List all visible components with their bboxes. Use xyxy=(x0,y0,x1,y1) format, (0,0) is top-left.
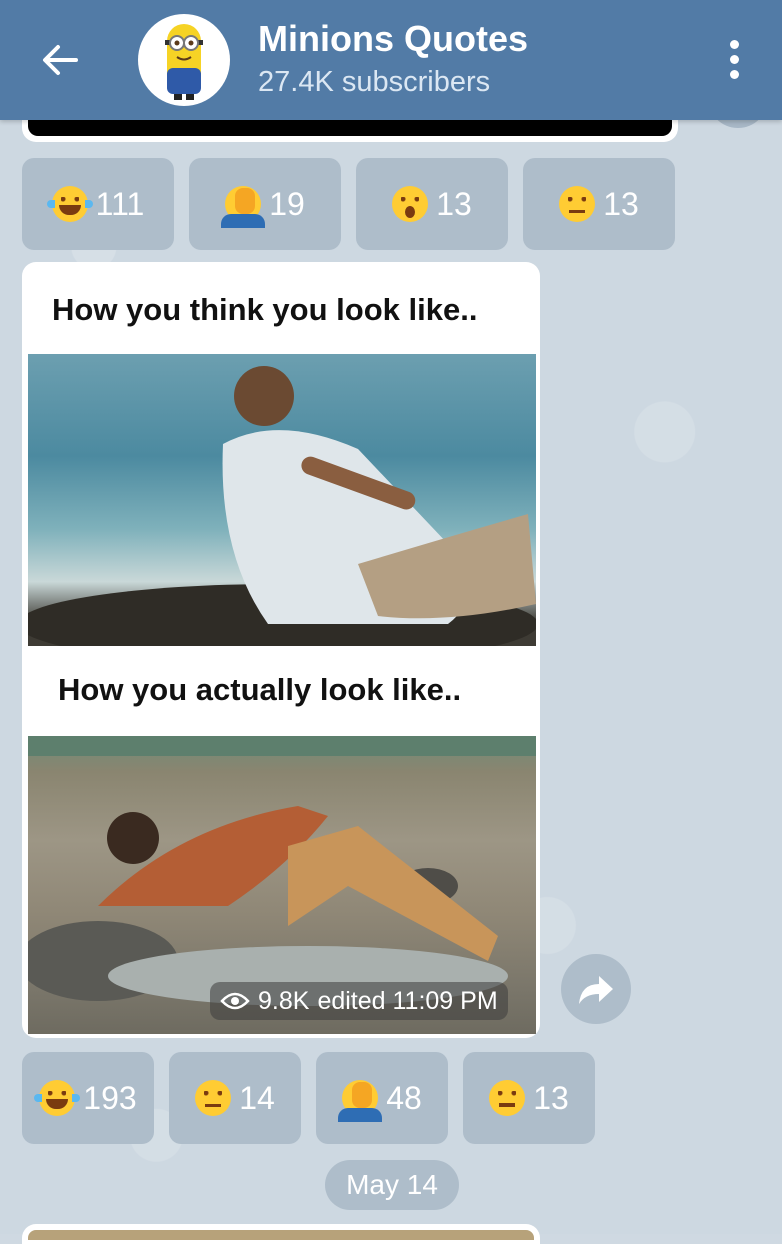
reaction-count: 111 xyxy=(95,185,145,222)
eye-icon xyxy=(220,992,250,1010)
date-separator: May 14 xyxy=(325,1160,459,1210)
facepalm-emoji-icon xyxy=(221,186,266,228)
beach-photo[interactable] xyxy=(22,354,538,664)
reaction-facepalm[interactable]: 19 xyxy=(189,158,341,250)
reaction-facepalm[interactable]: 48 xyxy=(316,1052,448,1144)
share-button[interactable] xyxy=(561,954,631,1024)
reaction-count: 13 xyxy=(436,185,472,222)
reaction-joy[interactable]: 111 xyxy=(22,158,174,250)
joy-emoji-icon xyxy=(34,1080,81,1116)
message-meta: 9.8K edited 11:09 PM xyxy=(210,982,508,1020)
message-bubble[interactable]: How you think you look like.. How you ac… xyxy=(22,262,540,1038)
reaction-joy[interactable]: 193 xyxy=(22,1052,154,1144)
reaction-hushed[interactable]: 13 xyxy=(356,158,508,250)
reaction-count: 193 xyxy=(83,1079,137,1116)
reaction-count: 14 xyxy=(239,1079,275,1116)
reactions-row: 193 14 48 13 xyxy=(22,1052,595,1144)
edited-time: edited 11:09 PM xyxy=(317,986,498,1015)
reaction-unamused[interactable]: 14 xyxy=(169,1052,301,1144)
unamused-emoji-icon xyxy=(559,186,596,222)
channel-title[interactable]: Minions Quotes xyxy=(258,18,528,60)
caption-bottom: How you actually look like.. xyxy=(58,672,462,707)
reaction-count: 48 xyxy=(386,1079,422,1116)
reactions-row: 111 19 13 13 xyxy=(22,158,675,250)
caption-top: How you think you look like.. xyxy=(52,292,478,327)
subscriber-count: 27.4K subscribers xyxy=(258,66,491,98)
share-arrow-icon xyxy=(579,976,613,1004)
minion-avatar xyxy=(165,24,203,100)
joy-emoji-icon xyxy=(46,186,93,222)
neutral-emoji-icon xyxy=(489,1080,526,1116)
arrow-left-icon[interactable] xyxy=(36,36,84,84)
channel-avatar[interactable] xyxy=(138,14,230,106)
view-count: 9.8K xyxy=(258,986,310,1015)
reaction-count: 13 xyxy=(603,185,639,222)
hushed-emoji-icon xyxy=(392,186,429,222)
reaction-count: 13 xyxy=(533,1079,569,1116)
more-vertical-icon[interactable] xyxy=(716,36,752,84)
next-message-bubble xyxy=(22,1224,540,1244)
facepalm-emoji-icon xyxy=(338,1080,383,1122)
reaction-unamused[interactable]: 13 xyxy=(523,158,675,250)
unamused-emoji-icon xyxy=(195,1080,232,1116)
reaction-count: 19 xyxy=(269,185,305,222)
channel-header: Minions Quotes 27.4K subscribers xyxy=(0,0,782,120)
reaction-neutral[interactable]: 13 xyxy=(463,1052,595,1144)
man-on-rocks-illustration xyxy=(22,366,538,664)
